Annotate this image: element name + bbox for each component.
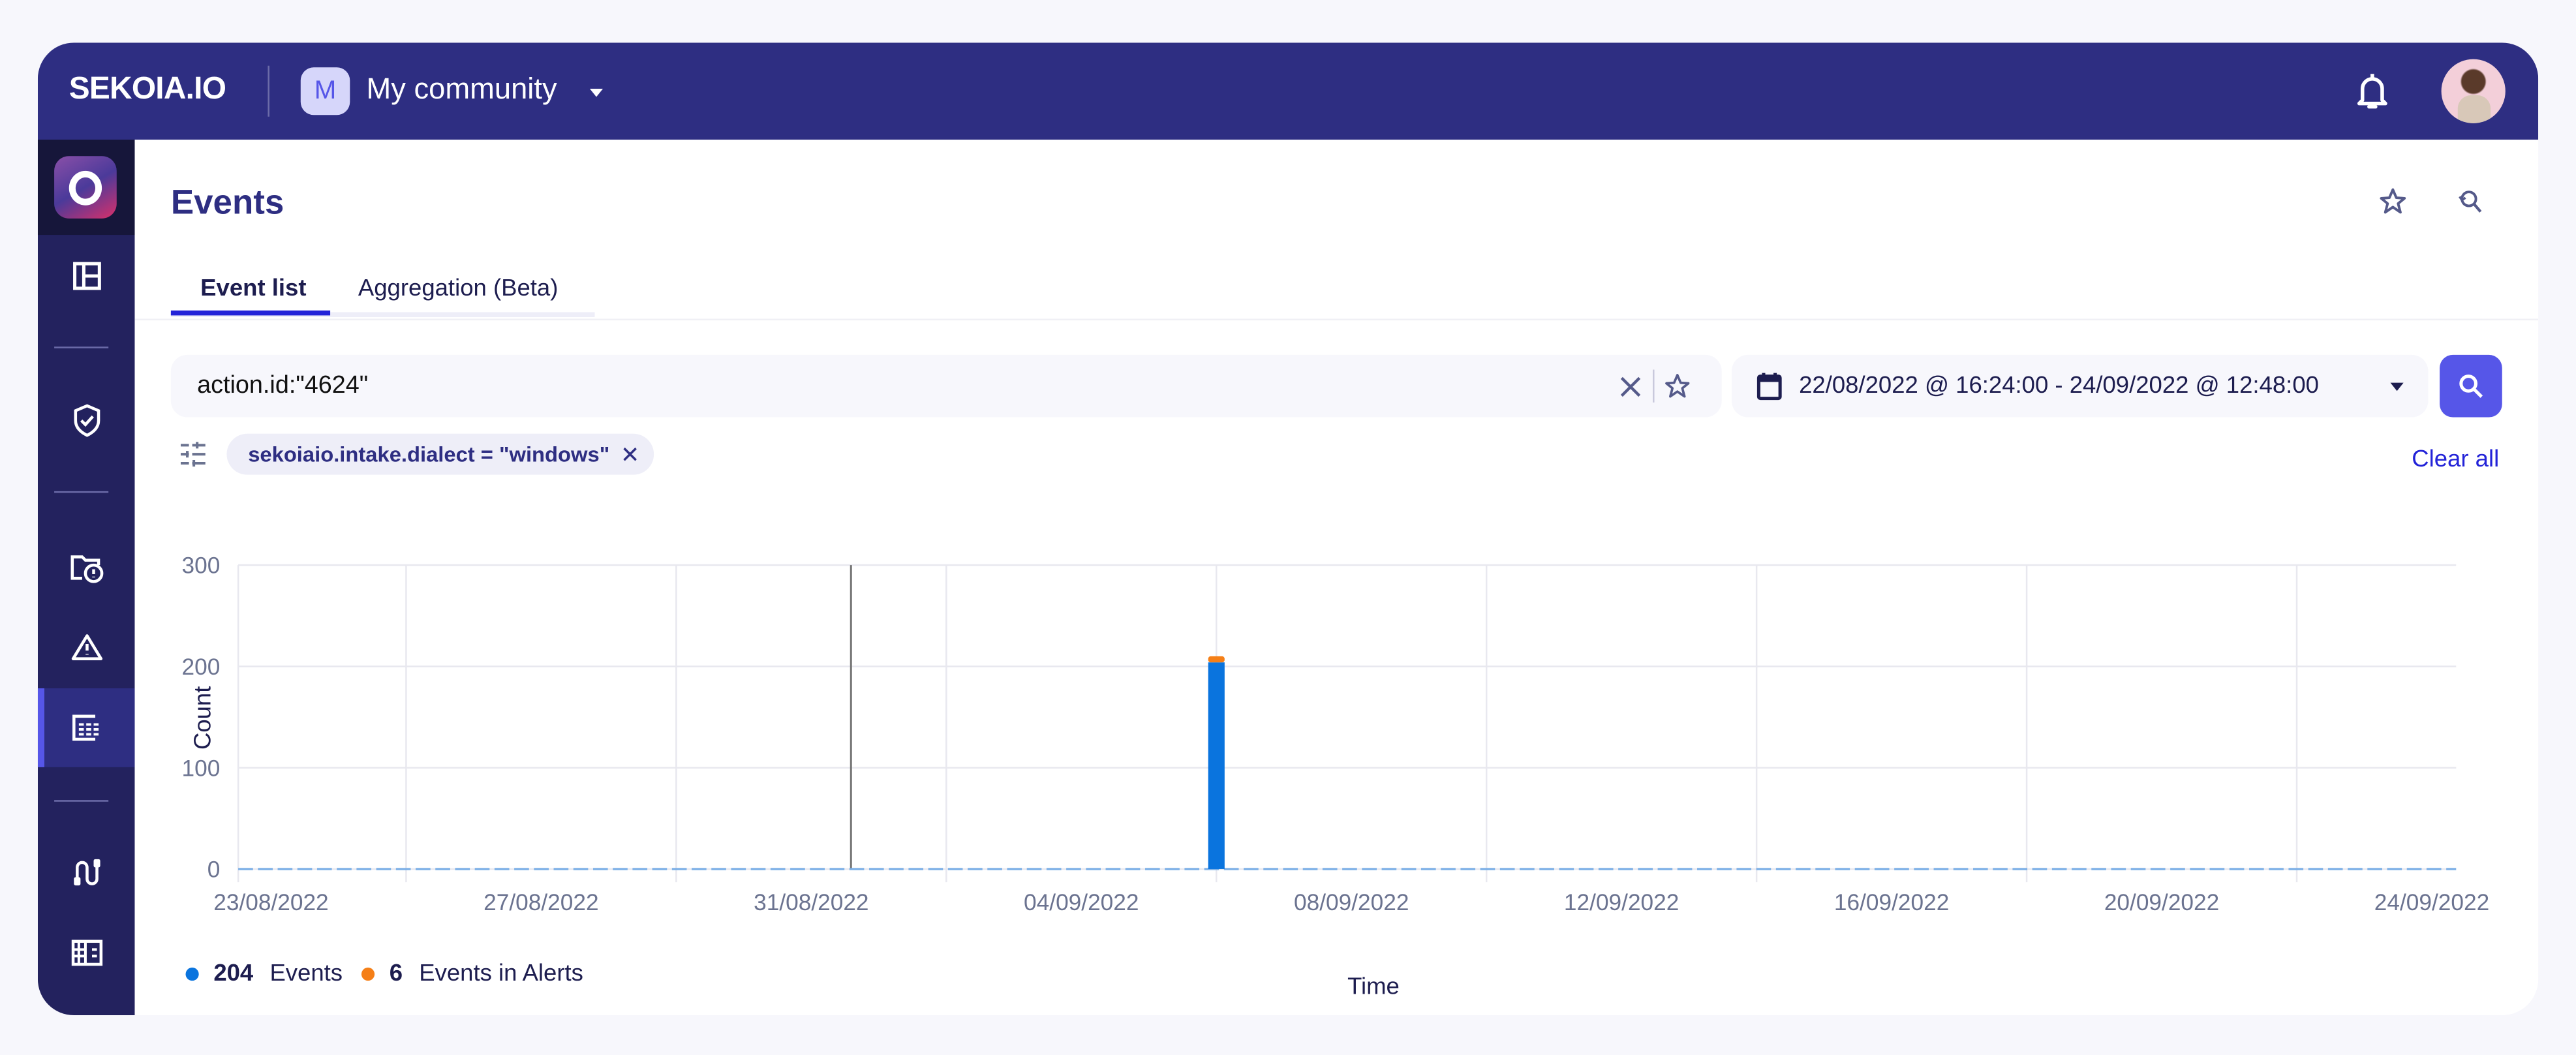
sidebar-item-alerts[interactable]: [38, 608, 135, 687]
filter-settings-icon[interactable]: [179, 440, 207, 468]
legend-item-alerts[interactable]: 6 Events in Alerts: [361, 961, 583, 987]
divider: [268, 65, 269, 117]
clear-all-link[interactable]: Clear all: [2412, 447, 2499, 473]
search-query[interactable]: action.id:"4624": [197, 371, 368, 399]
x-tick-label: 16/09/2022: [1834, 890, 1949, 915]
user-avatar[interactable]: [2441, 59, 2506, 123]
brand-logo[interactable]: SEKOIA.IO: [69, 72, 226, 108]
y-tick-label: 100: [182, 756, 221, 781]
x-tick-label: 23/08/2022: [213, 890, 328, 915]
date-range-picker[interactable]: 22/08/2022 @ 16:24:00 - 24/09/2022 @ 12:…: [1731, 354, 2429, 418]
sidebar-item-security[interactable]: [38, 381, 135, 460]
tab-event-list[interactable]: Event list: [200, 276, 306, 302]
assets-icon: [70, 940, 102, 966]
top-bar: SEKOIA.IO M My community: [37, 42, 2539, 140]
bell-icon[interactable]: [2354, 70, 2390, 112]
legend-count: 204: [213, 960, 254, 988]
folder-alert-icon: [70, 555, 103, 583]
search-history-icon[interactable]: [2456, 187, 2484, 215]
sidebar-divider: [54, 800, 109, 802]
dashboard-icon: [72, 262, 100, 290]
filter-chip[interactable]: sekoiaio.intake.dialect = "windows": [226, 433, 654, 475]
sidebar-item-assets[interactable]: [38, 913, 135, 992]
page-title: Events: [170, 184, 284, 222]
app-logo[interactable]: [54, 156, 117, 219]
active-tab-indicator: [170, 310, 331, 316]
events-histogram: 0 100 200 300 23/08/2022 27/08/2022 31/08/2022…: [182, 553, 2490, 1000]
clear-icon[interactable]: [1620, 376, 1642, 398]
filter-chip-label: sekoiaio.intake.dialect = "windows": [248, 442, 610, 467]
divider: [1653, 369, 1655, 403]
sidebar-item-cases[interactable]: [38, 529, 135, 608]
y-axis-title: Count: [189, 686, 215, 750]
sidebar-divider: [54, 346, 109, 348]
sidebar: [37, 140, 135, 1016]
date-range-value: 22/08/2022 @ 16:24:00 - 24/09/2022 @ 12:…: [1799, 373, 2319, 399]
sidebar-divider: [54, 491, 109, 493]
calendar-icon: [1756, 373, 1782, 401]
x-tick-label: 08/09/2022: [1294, 890, 1409, 915]
x-tick-label: 20/09/2022: [2104, 890, 2219, 915]
shield-check-icon: [73, 404, 100, 437]
x-tick-label: 12/09/2022: [1564, 890, 1679, 915]
remove-filter-icon[interactable]: [622, 447, 637, 462]
bar-events: [1208, 662, 1225, 869]
chevron-down-icon[interactable]: [589, 88, 604, 97]
y-tick-label: 300: [182, 553, 221, 579]
y-tick-label: 200: [182, 654, 221, 680]
x-tick-label: 31/08/2022: [754, 890, 868, 915]
legend-dot: [185, 968, 199, 981]
legend-label: Events: [269, 960, 343, 988]
app-window: SEKOIA.IO M My community Events Event li…: [37, 42, 2539, 1016]
community-selector[interactable]: My community: [366, 72, 557, 107]
x-axis-title: Time: [1347, 972, 1400, 999]
community-avatar[interactable]: M: [300, 67, 350, 115]
x-tick-label: 24/09/2022: [2374, 890, 2489, 915]
sidebar-item-events[interactable]: [37, 688, 135, 767]
sidebar-item-dashboard[interactable]: [38, 237, 135, 316]
search-button[interactable]: [2440, 354, 2502, 418]
app-logo-block: [37, 140, 135, 236]
legend-count: 6: [389, 960, 403, 988]
save-query-star-icon[interactable]: [1664, 373, 1691, 399]
legend-dot: [361, 968, 375, 981]
legend-label: Events in Alerts: [419, 960, 583, 988]
divider: [134, 318, 2539, 320]
events-icon: [71, 714, 98, 741]
legend-item-events[interactable]: 204 Events: [185, 960, 343, 988]
tab-aggregation[interactable]: Aggregation (Beta): [358, 276, 558, 302]
x-tick-label: 04/09/2022: [1024, 890, 1139, 915]
star-icon[interactable]: [2379, 187, 2407, 215]
search-icon: [2459, 375, 2483, 398]
bar-events-in-alerts: [1208, 656, 1225, 663]
search-input[interactable]: action.id:"4624": [170, 354, 1722, 418]
chevron-down-icon[interactable]: [2390, 382, 2404, 391]
intake-icon: [73, 859, 100, 886]
sidebar-item-intakes[interactable]: [38, 833, 135, 912]
warning-icon: [70, 634, 102, 660]
y-tick-label: 0: [207, 857, 221, 883]
x-tick-label: 27/08/2022: [483, 890, 598, 915]
